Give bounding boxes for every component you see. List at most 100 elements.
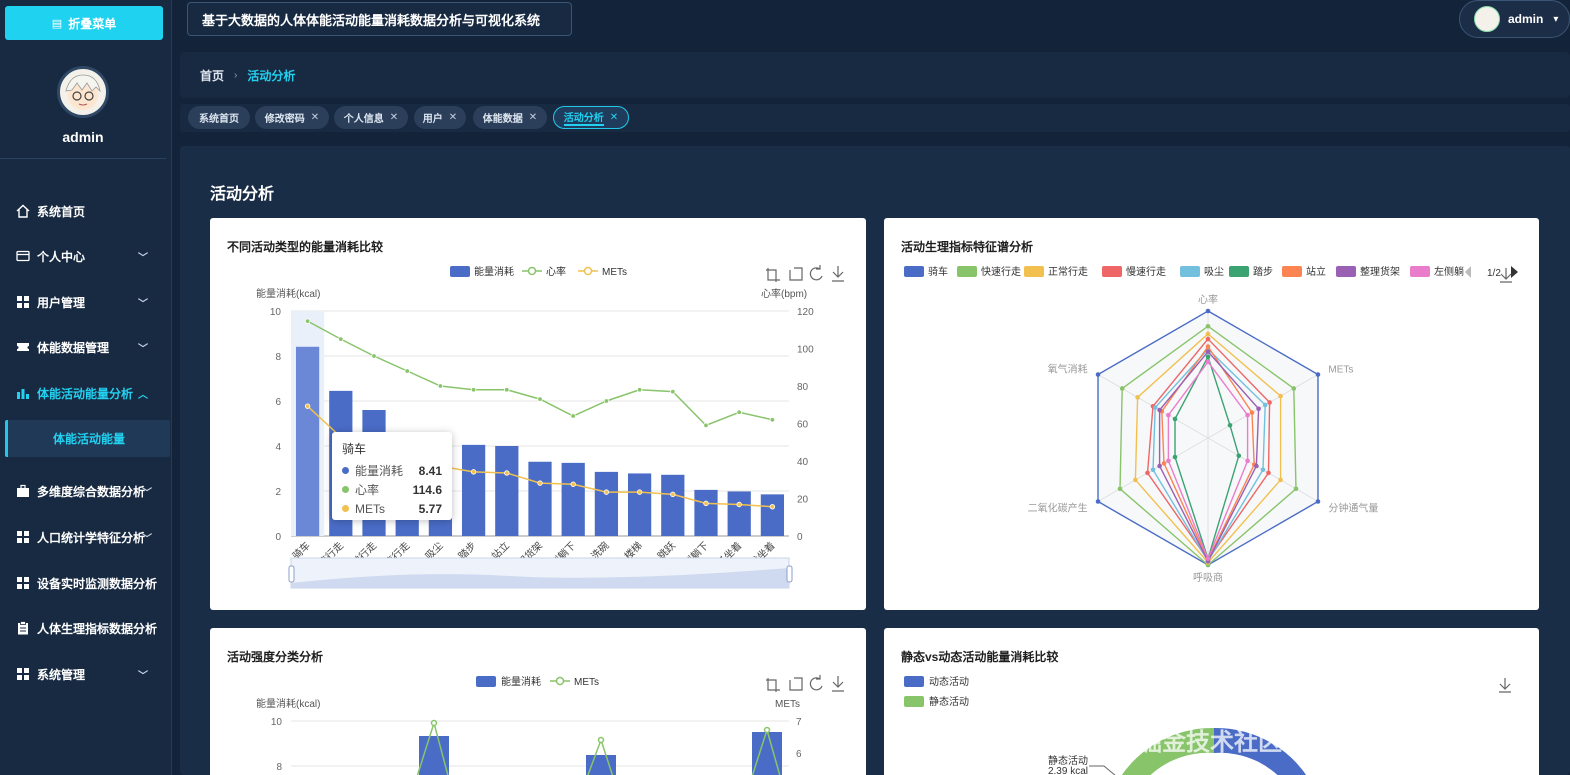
download-icon[interactable] bbox=[832, 676, 844, 692]
series-point[interactable] bbox=[636, 387, 643, 393]
radar-point[interactable] bbox=[1315, 372, 1321, 377]
close-icon[interactable]: ✕ bbox=[390, 112, 398, 123]
legend[interactable]: 动态活动 静态活动 bbox=[904, 675, 969, 708]
series-point[interactable] bbox=[736, 409, 742, 415]
mets-point[interactable] bbox=[430, 719, 438, 727]
radar-point[interactable] bbox=[1256, 406, 1261, 412]
radar-point[interactable] bbox=[1245, 458, 1250, 464]
sidebar-item-fitness-data[interactable]: 体能数据管理 ﹀ bbox=[0, 329, 170, 365]
crop-icon[interactable] bbox=[766, 268, 780, 282]
radar-point[interactable] bbox=[1205, 349, 1211, 354]
bar[interactable] bbox=[561, 462, 585, 536]
tab-change-password[interactable]: 修改密码 ✕ bbox=[255, 106, 329, 129]
series-point[interactable] bbox=[570, 413, 576, 419]
bar[interactable] bbox=[727, 491, 751, 536]
radar-point[interactable] bbox=[1133, 477, 1138, 483]
radar-point[interactable] bbox=[1260, 467, 1266, 473]
radar-point[interactable] bbox=[1262, 402, 1268, 408]
legend[interactable]: 能量消耗 心率 METs bbox=[450, 265, 627, 278]
collapse-menu-button[interactable]: ▤ 折叠菜单 bbox=[5, 6, 163, 40]
series-point[interactable] bbox=[769, 417, 776, 423]
tab-home[interactable]: 系统首页 bbox=[188, 106, 250, 129]
sidebar-item-physiology[interactable]: 人体生理指标数据分析 bbox=[0, 610, 170, 646]
download-icon[interactable] bbox=[832, 266, 844, 282]
refresh-icon[interactable] bbox=[809, 675, 823, 691]
series-point[interactable] bbox=[537, 480, 543, 486]
series-point[interactable] bbox=[504, 387, 510, 393]
tab-users[interactable]: 用户 ✕ bbox=[414, 106, 466, 129]
restore-crop-icon[interactable] bbox=[789, 267, 803, 281]
radar-point[interactable] bbox=[1166, 458, 1171, 464]
bar[interactable] bbox=[661, 474, 685, 536]
bar[interactable] bbox=[594, 471, 619, 536]
legend[interactable]: 骑车 快速行走 正常行走 慢速行走 吸尘 踏步 站立 整理货架 左侧躺 bbox=[904, 265, 1464, 278]
radar-point[interactable] bbox=[1205, 344, 1211, 349]
series-point[interactable] bbox=[338, 336, 344, 342]
series-point[interactable] bbox=[504, 470, 510, 476]
bar[interactable] bbox=[760, 494, 785, 536]
download-icon[interactable] bbox=[1500, 268, 1512, 283]
crop-icon[interactable] bbox=[766, 678, 780, 692]
radar-point[interactable] bbox=[1095, 499, 1101, 504]
bar[interactable] bbox=[295, 346, 320, 536]
bar[interactable] bbox=[461, 444, 486, 536]
data-zoom-slider[interactable] bbox=[288, 557, 793, 589]
sidebar-item-system-management[interactable]: 系统管理 ﹀ bbox=[0, 656, 170, 692]
series-point[interactable] bbox=[670, 491, 676, 498]
radar-point[interactable] bbox=[1205, 359, 1211, 365]
series-point[interactable] bbox=[769, 504, 776, 510]
series-point[interactable] bbox=[636, 489, 643, 495]
close-icon[interactable]: ✕ bbox=[529, 112, 537, 123]
series-point[interactable] bbox=[470, 469, 477, 475]
radar-point[interactable] bbox=[1293, 486, 1299, 492]
radar-point[interactable] bbox=[1278, 477, 1283, 483]
radar-point[interactable] bbox=[1315, 499, 1321, 504]
radar-point[interactable] bbox=[1152, 405, 1158, 410]
radar-point[interactable] bbox=[1291, 386, 1297, 391]
series-point[interactable] bbox=[470, 387, 477, 393]
mets-point[interactable] bbox=[597, 736, 605, 744]
radar-point[interactable] bbox=[1205, 354, 1211, 360]
series-point[interactable] bbox=[703, 500, 709, 507]
legend-pager[interactable]: 1/2 bbox=[1465, 266, 1518, 279]
series-point[interactable] bbox=[304, 318, 311, 324]
radar-point[interactable] bbox=[1117, 486, 1123, 492]
bar[interactable] bbox=[495, 446, 519, 536]
radar-point[interactable] bbox=[1245, 412, 1250, 418]
bar[interactable] bbox=[627, 473, 652, 536]
series-point[interactable] bbox=[304, 403, 311, 409]
series-point[interactable] bbox=[371, 353, 377, 359]
zoom-handle-right[interactable] bbox=[786, 565, 793, 583]
mets-point[interactable] bbox=[763, 726, 771, 734]
radar-point[interactable] bbox=[1172, 454, 1178, 460]
zoom-handle-left[interactable] bbox=[288, 565, 295, 583]
radar-point[interactable] bbox=[1172, 416, 1178, 422]
sidebar-item-home[interactable]: 系统首页 bbox=[0, 193, 170, 229]
sidebar-item-profile-center[interactable]: 个人中心 ﹀ bbox=[0, 238, 170, 274]
bar[interactable] bbox=[528, 461, 552, 536]
radar-point[interactable] bbox=[1236, 453, 1242, 459]
refresh-icon[interactable] bbox=[809, 265, 823, 281]
tab-fitness-data[interactable]: 体能数据 ✕ bbox=[473, 106, 547, 129]
series-point[interactable] bbox=[670, 388, 676, 395]
radar-point[interactable] bbox=[1267, 400, 1272, 405]
radar-point[interactable] bbox=[1135, 395, 1140, 400]
radar-point[interactable] bbox=[1249, 410, 1255, 415]
radar-point[interactable] bbox=[1150, 467, 1156, 473]
legend[interactable]: 能量消耗 METs bbox=[476, 675, 599, 688]
close-icon[interactable]: ✕ bbox=[449, 112, 457, 123]
user-menu[interactable]: admin ▾ bbox=[1459, 0, 1570, 38]
radar-point[interactable] bbox=[1157, 463, 1162, 469]
series-point[interactable] bbox=[736, 501, 742, 508]
sidebar-item-multidim-analysis[interactable]: 多维度综合数据分析 ﹀ bbox=[0, 473, 170, 509]
radar-point[interactable] bbox=[1254, 463, 1259, 469]
radar-point[interactable] bbox=[1278, 393, 1283, 399]
series-point[interactable] bbox=[603, 489, 610, 495]
breadcrumb-home[interactable]: 首页 bbox=[200, 67, 224, 84]
sidebar-item-user-management[interactable]: 用户管理 ﹀ bbox=[0, 284, 170, 320]
series-point[interactable] bbox=[537, 396, 543, 402]
radar-point[interactable] bbox=[1205, 336, 1211, 342]
series-point[interactable] bbox=[603, 398, 610, 404]
submenu-item-energy[interactable]: 体能活动能量 bbox=[5, 420, 170, 457]
radar-point[interactable] bbox=[1166, 412, 1171, 418]
